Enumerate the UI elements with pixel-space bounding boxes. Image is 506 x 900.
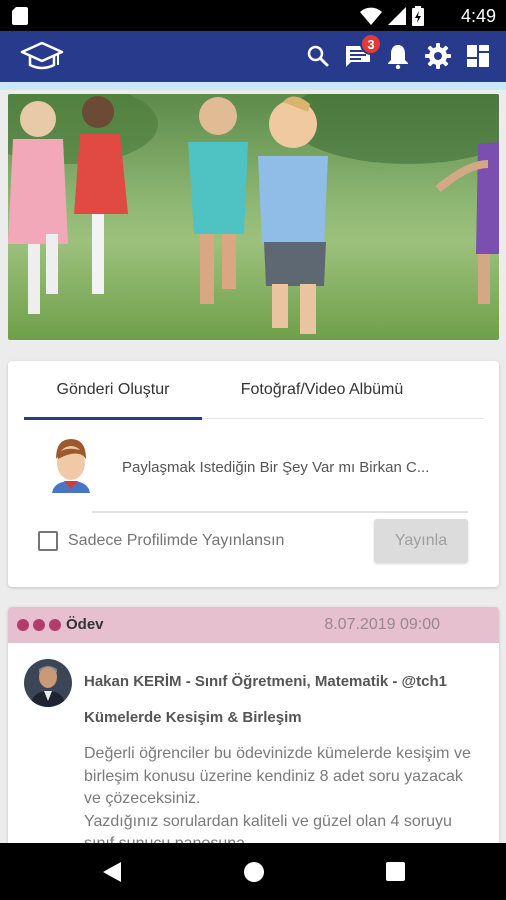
avatar xyxy=(48,437,94,493)
post-title: Kümelerde Kesişim & Birleşim xyxy=(84,709,302,726)
signal-icon xyxy=(388,7,406,25)
composer-input[interactable]: Paylaşmak Istediğin Bir Şey Var mı Birka… xyxy=(122,459,429,476)
feed-item-type: Ödev xyxy=(66,616,104,633)
back-icon[interactable] xyxy=(103,862,121,882)
system-nav-bar xyxy=(0,843,506,900)
more-dots-icon[interactable] xyxy=(17,619,61,631)
app-bar-actions: 3 xyxy=(304,33,492,71)
messages-button[interactable]: 3 xyxy=(344,33,382,71)
bell-icon xyxy=(388,45,408,69)
app-bar-accent xyxy=(0,82,506,90)
composer-tabs: Gönderi Oluştur Fotoğraf/Video Albümü xyxy=(24,361,484,420)
status-icons xyxy=(360,6,424,26)
tab-photo-video-album[interactable]: Fotoğraf/Video Albümü xyxy=(222,361,422,419)
profile-only-checkbox[interactable] xyxy=(38,531,58,551)
messages-badge: 3 xyxy=(360,33,382,55)
settings-button[interactable] xyxy=(424,41,452,71)
graduation-cap-icon[interactable] xyxy=(20,39,64,75)
author-avatar[interactable] xyxy=(24,659,72,707)
feed-item-header: Ödev 8.07.2019 09:00 xyxy=(8,607,499,643)
post-body: Değerli öğrenciler bu ödevinizde kümeler… xyxy=(84,745,471,852)
battery-icon xyxy=(412,6,424,26)
publish-button[interactable]: Yayınla xyxy=(374,519,468,563)
feed-item-date: 8.07.2019 09:00 xyxy=(324,616,440,633)
profile-only-option[interactable]: Sadece Profilimde Yayınlansın xyxy=(38,531,284,551)
composer-divider xyxy=(92,511,468,513)
home-icon[interactable] xyxy=(244,862,264,882)
post-composer-card: Gönderi Oluştur Fotoğraf/Video Albümü Pa… xyxy=(8,361,499,587)
clock: 4:49 xyxy=(460,6,496,26)
dashboard-icon xyxy=(467,45,489,67)
search-button[interactable] xyxy=(304,41,332,71)
hero-image-children-running xyxy=(8,94,499,340)
sim-card-icon xyxy=(12,7,28,25)
notifications-button[interactable] xyxy=(384,41,412,71)
tab-create-post[interactable]: Gönderi Oluştur xyxy=(24,361,202,420)
status-bar: 4:49 xyxy=(0,0,506,31)
feed-item[interactable]: Ödev 8.07.2019 09:00 Hakan KERİM - Sınıf… xyxy=(8,607,499,867)
wifi-icon xyxy=(360,7,382,25)
dashboard-button[interactable] xyxy=(464,41,492,71)
composer-row: Paylaşmak Istediğin Bir Şey Var mı Birka… xyxy=(48,433,468,501)
app-bar: 3 xyxy=(0,31,506,82)
search-icon xyxy=(307,45,329,67)
author-name[interactable]: Hakan KERİM - Sınıf Öğretmeni, Matematik… xyxy=(84,673,447,690)
gear-icon xyxy=(425,43,451,69)
profile-only-label: Sadece Profilimde Yayınlansın xyxy=(68,532,285,549)
recent-apps-icon[interactable] xyxy=(386,862,405,881)
